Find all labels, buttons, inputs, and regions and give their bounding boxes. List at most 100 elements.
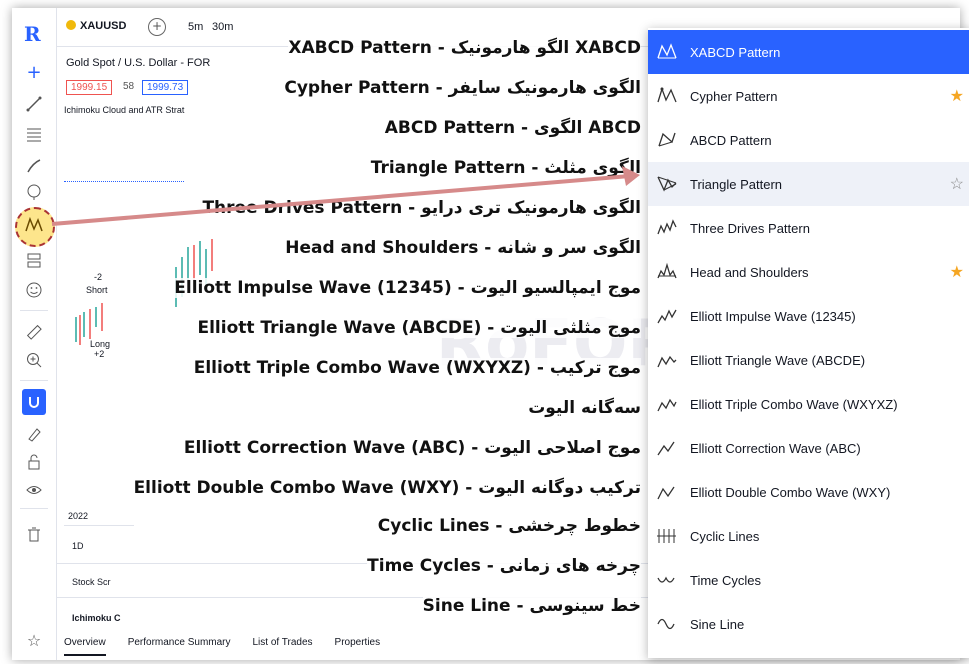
menu-item-label: Cypher Pattern	[690, 88, 778, 104]
annotation-line: Cypher Pattern - الگوی هارمونیک سایفر	[284, 78, 641, 98]
triangle-pattern-icon	[654, 173, 680, 195]
fib-retracement-icon[interactable]	[22, 122, 46, 146]
emoji-icon[interactable]	[22, 278, 46, 302]
menu-item-triangle[interactable]: Triangle Pattern ☆	[648, 162, 969, 206]
menu-item-label: Elliott Double Combo Wave (WXY)	[690, 484, 891, 500]
favorite-star-icon[interactable]: ☆	[950, 174, 964, 194]
year-label: 2022	[68, 511, 89, 521]
menu-item-xabcd[interactable]: XABCD Pattern	[648, 30, 969, 74]
menu-item-cypher[interactable]: Cypher Pattern ★	[648, 74, 969, 118]
gold-icon	[66, 20, 76, 30]
sell-price-button[interactable]: 1999.15	[66, 80, 113, 95]
menu-item-label: Time Cycles	[690, 572, 762, 588]
annotation-line: Three Drives Pattern - الگوی هارمونیک تر…	[202, 198, 641, 218]
annotation-line: Triangle Pattern - الگوی مثلث	[370, 158, 641, 178]
menu-item-elliott-triangle[interactable]: Elliott Triangle Wave (ABCDE)	[648, 338, 969, 382]
three-drives-icon	[654, 217, 680, 239]
annotation-line: Elliott Impulse Wave (12345) - موج ایمپا…	[174, 278, 641, 298]
drawing-toolbar: R + ☆	[12, 8, 57, 660]
long-label: Long	[90, 339, 111, 349]
annotation-line: Sine Line - خط سینوسی	[422, 596, 641, 616]
time-cycles-icon	[654, 569, 680, 591]
annotation-line: Elliott Double Combo Wave (WXY) - ترکیب …	[133, 478, 641, 498]
favorites-star-icon[interactable]: ☆	[22, 628, 46, 652]
brand-logo-icon: R	[24, 22, 41, 46]
menu-item-label: Head and Shoulders	[690, 264, 809, 280]
menu-item-head-shoulders[interactable]: Head and Shoulders ★	[648, 250, 969, 294]
sine-line-icon	[654, 613, 680, 635]
annotation-line: سه‌گانه الیوت	[528, 398, 641, 418]
buy-price-button[interactable]: 1999.73	[142, 80, 189, 95]
strategy-tabs: Overview Performance Summary List of Tra…	[64, 637, 380, 656]
short-label: Short	[86, 285, 108, 295]
tab-list-of-trades[interactable]: List of Trades	[253, 637, 313, 656]
eye-icon[interactable]	[22, 478, 46, 502]
tab-properties[interactable]: Properties	[335, 637, 381, 656]
elliott-correction-icon	[654, 437, 680, 459]
spread-value: 58	[123, 81, 135, 92]
stock-screener-tab[interactable]: Stock Scr	[72, 577, 111, 587]
annotation-line: Elliott Correction Wave (ABC) - موج اصلا…	[183, 438, 641, 458]
menu-item-label: ABCD Pattern	[690, 132, 772, 148]
menu-item-sine-line[interactable]: Sine Line	[648, 602, 969, 646]
timeframe-5m[interactable]: 5m	[188, 21, 203, 33]
strategy-name: Ichimoku C	[72, 613, 121, 623]
strategy-legend[interactable]: Ichimoku Cloud and ATR Strat	[64, 105, 184, 115]
menu-item-label: Elliott Correction Wave (ABC)	[690, 440, 861, 456]
menu-item-label: Triangle Pattern	[690, 176, 783, 192]
chart-title: Gold Spot / U.S. Dollar - FOR	[66, 57, 211, 69]
menu-item-label: Three Drives Pattern	[690, 220, 810, 236]
favorite-star-icon[interactable]: ★	[950, 262, 964, 282]
timeframe-30m[interactable]: 30m	[212, 21, 233, 33]
menu-item-time-cycles[interactable]: Time Cycles	[648, 558, 969, 602]
annotation-line: Head and Shoulders - الگوی سر و شانه	[285, 238, 641, 258]
brush-icon[interactable]	[22, 154, 46, 178]
annotation-line: Elliott Triangle Wave (ABCDE) - موج مثلث…	[197, 318, 641, 338]
cyclic-lines-icon	[654, 525, 680, 547]
compare-symbol-button[interactable]: +	[148, 18, 166, 36]
short-value: -2	[94, 272, 103, 282]
menu-item-three-drives[interactable]: Three Drives Pattern	[648, 206, 969, 250]
menu-item-elliott-correction[interactable]: Elliott Correction Wave (ABC)	[648, 426, 969, 470]
menu-item-abcd[interactable]: ABCD Pattern	[648, 118, 969, 162]
menu-item-label: Elliott Impulse Wave (12345)	[690, 308, 856, 324]
elliott-double-icon	[654, 481, 680, 503]
long-value: +2	[94, 349, 105, 359]
lock-icon[interactable]	[22, 450, 46, 474]
menu-item-label: Elliott Triple Combo Wave (WXYXZ)	[690, 396, 898, 412]
prediction-tools-icon[interactable]	[22, 248, 46, 272]
zoom-in-icon[interactable]	[22, 348, 46, 372]
trash-icon[interactable]	[22, 522, 46, 546]
tab-overview[interactable]: Overview	[64, 637, 106, 656]
favorite-star-icon[interactable]: ★	[950, 86, 964, 106]
cloud-line	[64, 181, 184, 182]
symbol-label: XAUUSD	[80, 20, 127, 32]
head-shoulders-icon	[654, 261, 680, 283]
patterns-tool-icon[interactable]	[22, 213, 46, 237]
annotation-icon[interactable]	[22, 180, 46, 204]
stay-in-drawing-mode-icon[interactable]	[22, 422, 46, 446]
menu-item-elliott-double-combo[interactable]: Elliott Double Combo Wave (WXY)	[648, 470, 969, 514]
menu-item-cyclic-lines[interactable]: Cyclic Lines	[648, 514, 969, 558]
menu-item-elliott-impulse[interactable]: Elliott Impulse Wave (12345)	[648, 294, 969, 338]
elliott-triple-icon	[654, 393, 680, 415]
abcd-icon	[654, 129, 680, 151]
ruler-icon[interactable]	[22, 320, 46, 344]
menu-item-elliott-triple-combo[interactable]: Elliott Triple Combo Wave (WXYXZ)	[648, 382, 969, 426]
symbol-search[interactable]: XAUUSD	[66, 20, 126, 32]
xabcd-icon	[654, 41, 680, 63]
annotation-line: ABCD Pattern - الگوی ABCD	[384, 118, 641, 138]
trend-line-icon[interactable]	[22, 92, 46, 116]
tab-performance-summary[interactable]: Performance Summary	[128, 637, 231, 656]
elliott-impulse-icon	[654, 305, 680, 327]
annotation-line: Cyclic Lines - خطوط چرخشی	[377, 516, 641, 536]
annotation-line: XABCD Pattern - الگو هارمونیک XABCD	[288, 38, 641, 58]
patterns-dropdown-menu: XABCD Pattern Cypher Pattern ★ ABCD Patt…	[648, 28, 969, 658]
interval-button[interactable]: 1D	[72, 541, 84, 551]
menu-item-label: Elliott Triangle Wave (ABCDE)	[690, 352, 866, 368]
menu-item-label: Sine Line	[690, 616, 745, 632]
annotation-line: Elliott Triple Combo Wave (WXYXZ) - موج …	[193, 358, 641, 378]
menu-item-label: Cyclic Lines	[690, 528, 760, 544]
magnet-icon[interactable]	[22, 389, 46, 415]
crosshair-icon[interactable]: +	[22, 60, 46, 84]
